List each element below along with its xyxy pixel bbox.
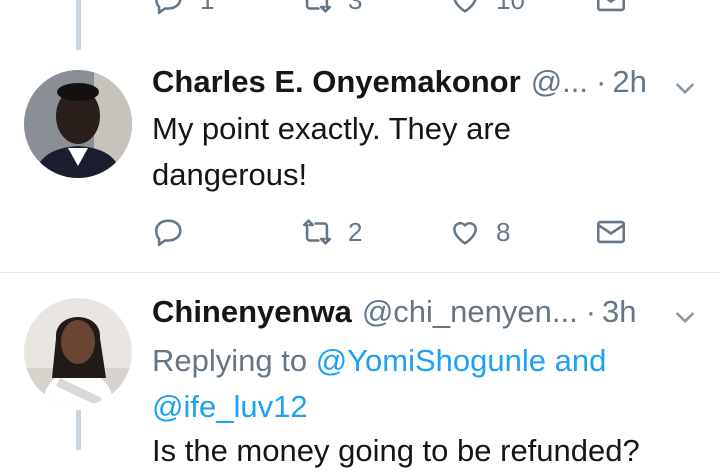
reply-button[interactable]: 1 (152, 0, 214, 20)
like-icon (453, 0, 477, 13)
display-name[interactable]: Charles E. Onyemakonor (152, 64, 521, 100)
tweet-text: My point exactly. They are dangerous! (152, 106, 680, 198)
tweet-text: Is the money going to be refunded? (152, 428, 680, 474)
replying-to-and: and (554, 343, 607, 378)
retweet-count: 2 (348, 216, 363, 247)
chevron-down-icon[interactable] (672, 304, 698, 330)
message-icon (596, 0, 626, 12)
like-button[interactable]: 8 (448, 212, 510, 252)
message-button[interactable] (594, 0, 628, 20)
replying-to: Replying to @YomiShogunle and @ife_luv12 (152, 338, 680, 430)
retweet-icon (302, 219, 332, 245)
top-tweet-actions: 1 3 10 (152, 0, 632, 20)
message-icon (596, 220, 626, 244)
retweet-button[interactable]: 2 (300, 212, 362, 252)
like-icon (453, 221, 477, 245)
avatar[interactable] (24, 298, 132, 406)
reply-button[interactable] (152, 212, 186, 252)
username[interactable]: @chi_nenyen... (362, 294, 578, 330)
retweet-count: 3 (348, 0, 362, 16)
thread-line-bottom (76, 410, 81, 450)
mention-link[interactable]: @ife_luv12 (152, 389, 308, 424)
retweet-button[interactable]: 3 (300, 0, 362, 20)
timestamp[interactable]: 2h (612, 64, 646, 100)
reply-count: 1 (200, 0, 214, 16)
avatar[interactable] (24, 70, 132, 178)
retweet-icon (305, 0, 332, 13)
tweet-text-line: My point exactly. They are (152, 111, 511, 146)
tweet-divider (0, 272, 720, 273)
message-button[interactable] (594, 212, 628, 252)
chevron-down-icon[interactable] (672, 75, 698, 101)
separator-dot: · (596, 64, 607, 99)
like-count: 8 (496, 216, 511, 247)
tweet-header: Charles E. Onyemakonor @... · 2h (152, 64, 660, 104)
tweet-actions: 2 8 (152, 212, 632, 252)
tweet-header: Chinenyenwa @chi_nenyen... · 3h (152, 294, 660, 334)
username[interactable]: @... (531, 64, 588, 100)
reply-icon (155, 0, 182, 15)
like-count: 10 (496, 0, 525, 16)
separator-dot: · (585, 294, 597, 329)
thread-line-top (76, 0, 81, 50)
display-name[interactable]: Chinenyenwa (152, 294, 352, 330)
tweet-text-line: Is the money going to be refunded? (152, 433, 640, 468)
tweet-text-line: dangerous! (152, 157, 308, 192)
reply-icon (154, 219, 182, 247)
mention-link[interactable]: @YomiShogunle (316, 343, 546, 378)
timestamp[interactable]: 3h (602, 294, 636, 330)
like-button[interactable]: 10 (448, 0, 525, 20)
replying-to-prefix: Replying to (152, 343, 308, 378)
